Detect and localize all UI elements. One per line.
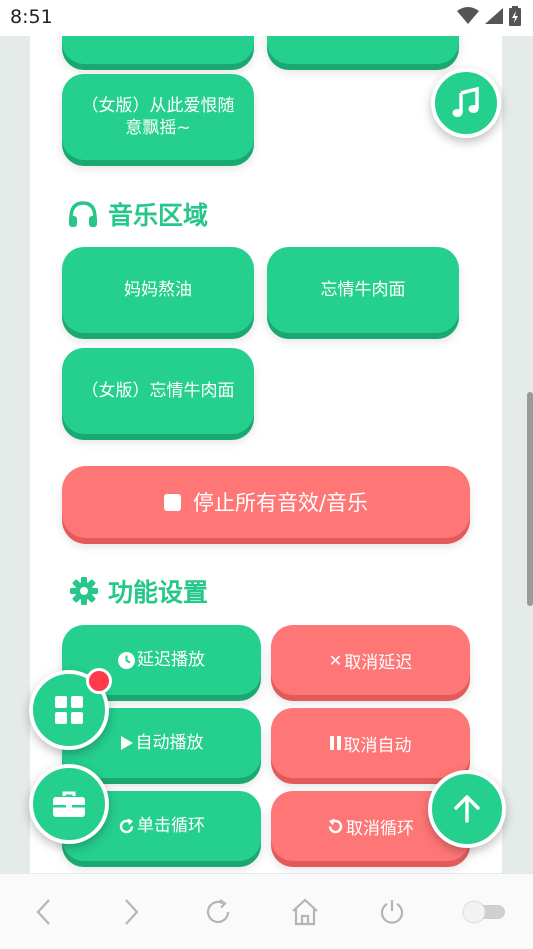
redo-icon bbox=[119, 818, 134, 833]
scroll-to-top-fab[interactable] bbox=[428, 770, 506, 848]
chevron-right-icon bbox=[124, 898, 139, 925]
sound-button-top-left[interactable] bbox=[62, 36, 254, 64]
power-button[interactable] bbox=[372, 892, 412, 932]
reload-button[interactable] bbox=[198, 892, 238, 932]
sound-button-female-version[interactable]: （女版）从此爱恨随意飘摇~ bbox=[62, 74, 254, 160]
reload-icon bbox=[206, 898, 229, 923]
back-button[interactable] bbox=[24, 892, 64, 932]
home-button[interactable] bbox=[285, 892, 325, 932]
undo-icon bbox=[328, 818, 343, 833]
pause-icon bbox=[329, 736, 341, 750]
play-icon bbox=[120, 736, 133, 750]
toggle-icon bbox=[462, 900, 506, 923]
music-section-title: 音乐区域 bbox=[68, 196, 208, 232]
power-icon bbox=[381, 899, 404, 924]
toolbox-fab[interactable] bbox=[29, 764, 109, 844]
cancel-auto-button[interactable]: 取消自动 bbox=[271, 708, 470, 778]
battery-icon bbox=[509, 6, 521, 26]
sound-button-top-right[interactable] bbox=[267, 36, 459, 64]
status-bar: 8:51 bbox=[0, 0, 533, 36]
signal-icon bbox=[485, 8, 503, 24]
toggle-switch[interactable] bbox=[459, 892, 509, 932]
notification-dot bbox=[86, 668, 112, 694]
page-scrollbar[interactable] bbox=[527, 392, 533, 606]
chevron-left-icon bbox=[36, 898, 50, 925]
sound-button-label: （女版）从此爱恨随意飘摇~ bbox=[81, 96, 235, 138]
music-button-mama-aoyou[interactable]: 妈妈熬油 bbox=[62, 247, 254, 333]
stop-all-button[interactable]: 停止所有音效/音乐 bbox=[62, 466, 470, 538]
status-time: 8:51 bbox=[10, 6, 53, 28]
music-note-icon bbox=[452, 87, 479, 117]
bottom-navigation bbox=[0, 873, 533, 949]
music-button-wangqing-niuroumian[interactable]: 忘情牛肉面 bbox=[267, 247, 459, 333]
toolbox-icon bbox=[53, 791, 85, 817]
grid-icon bbox=[55, 696, 83, 724]
clock-icon bbox=[118, 651, 135, 669]
music-fab[interactable] bbox=[431, 68, 501, 138]
arrow-up-icon bbox=[454, 795, 480, 823]
function-section-title: 功能设置 bbox=[70, 573, 208, 609]
wifi-icon bbox=[457, 7, 479, 24]
status-icons bbox=[457, 6, 521, 26]
stop-icon bbox=[163, 493, 181, 511]
main-content[interactable]: （女版）从此爱恨随意飘摇~ 音乐区域 妈妈熬油 忘情牛肉面 （女版）忘情牛肉面 … bbox=[30, 36, 502, 873]
cancel-delay-button[interactable]: ✕ 取消延迟 bbox=[271, 625, 470, 695]
gear-icon bbox=[70, 577, 98, 605]
home-icon bbox=[292, 898, 318, 925]
forward-button[interactable] bbox=[111, 892, 151, 932]
close-icon: ✕ bbox=[328, 650, 343, 670]
headphones-icon bbox=[69, 201, 97, 227]
music-button-female-wangqing[interactable]: （女版）忘情牛肉面 bbox=[62, 348, 254, 434]
